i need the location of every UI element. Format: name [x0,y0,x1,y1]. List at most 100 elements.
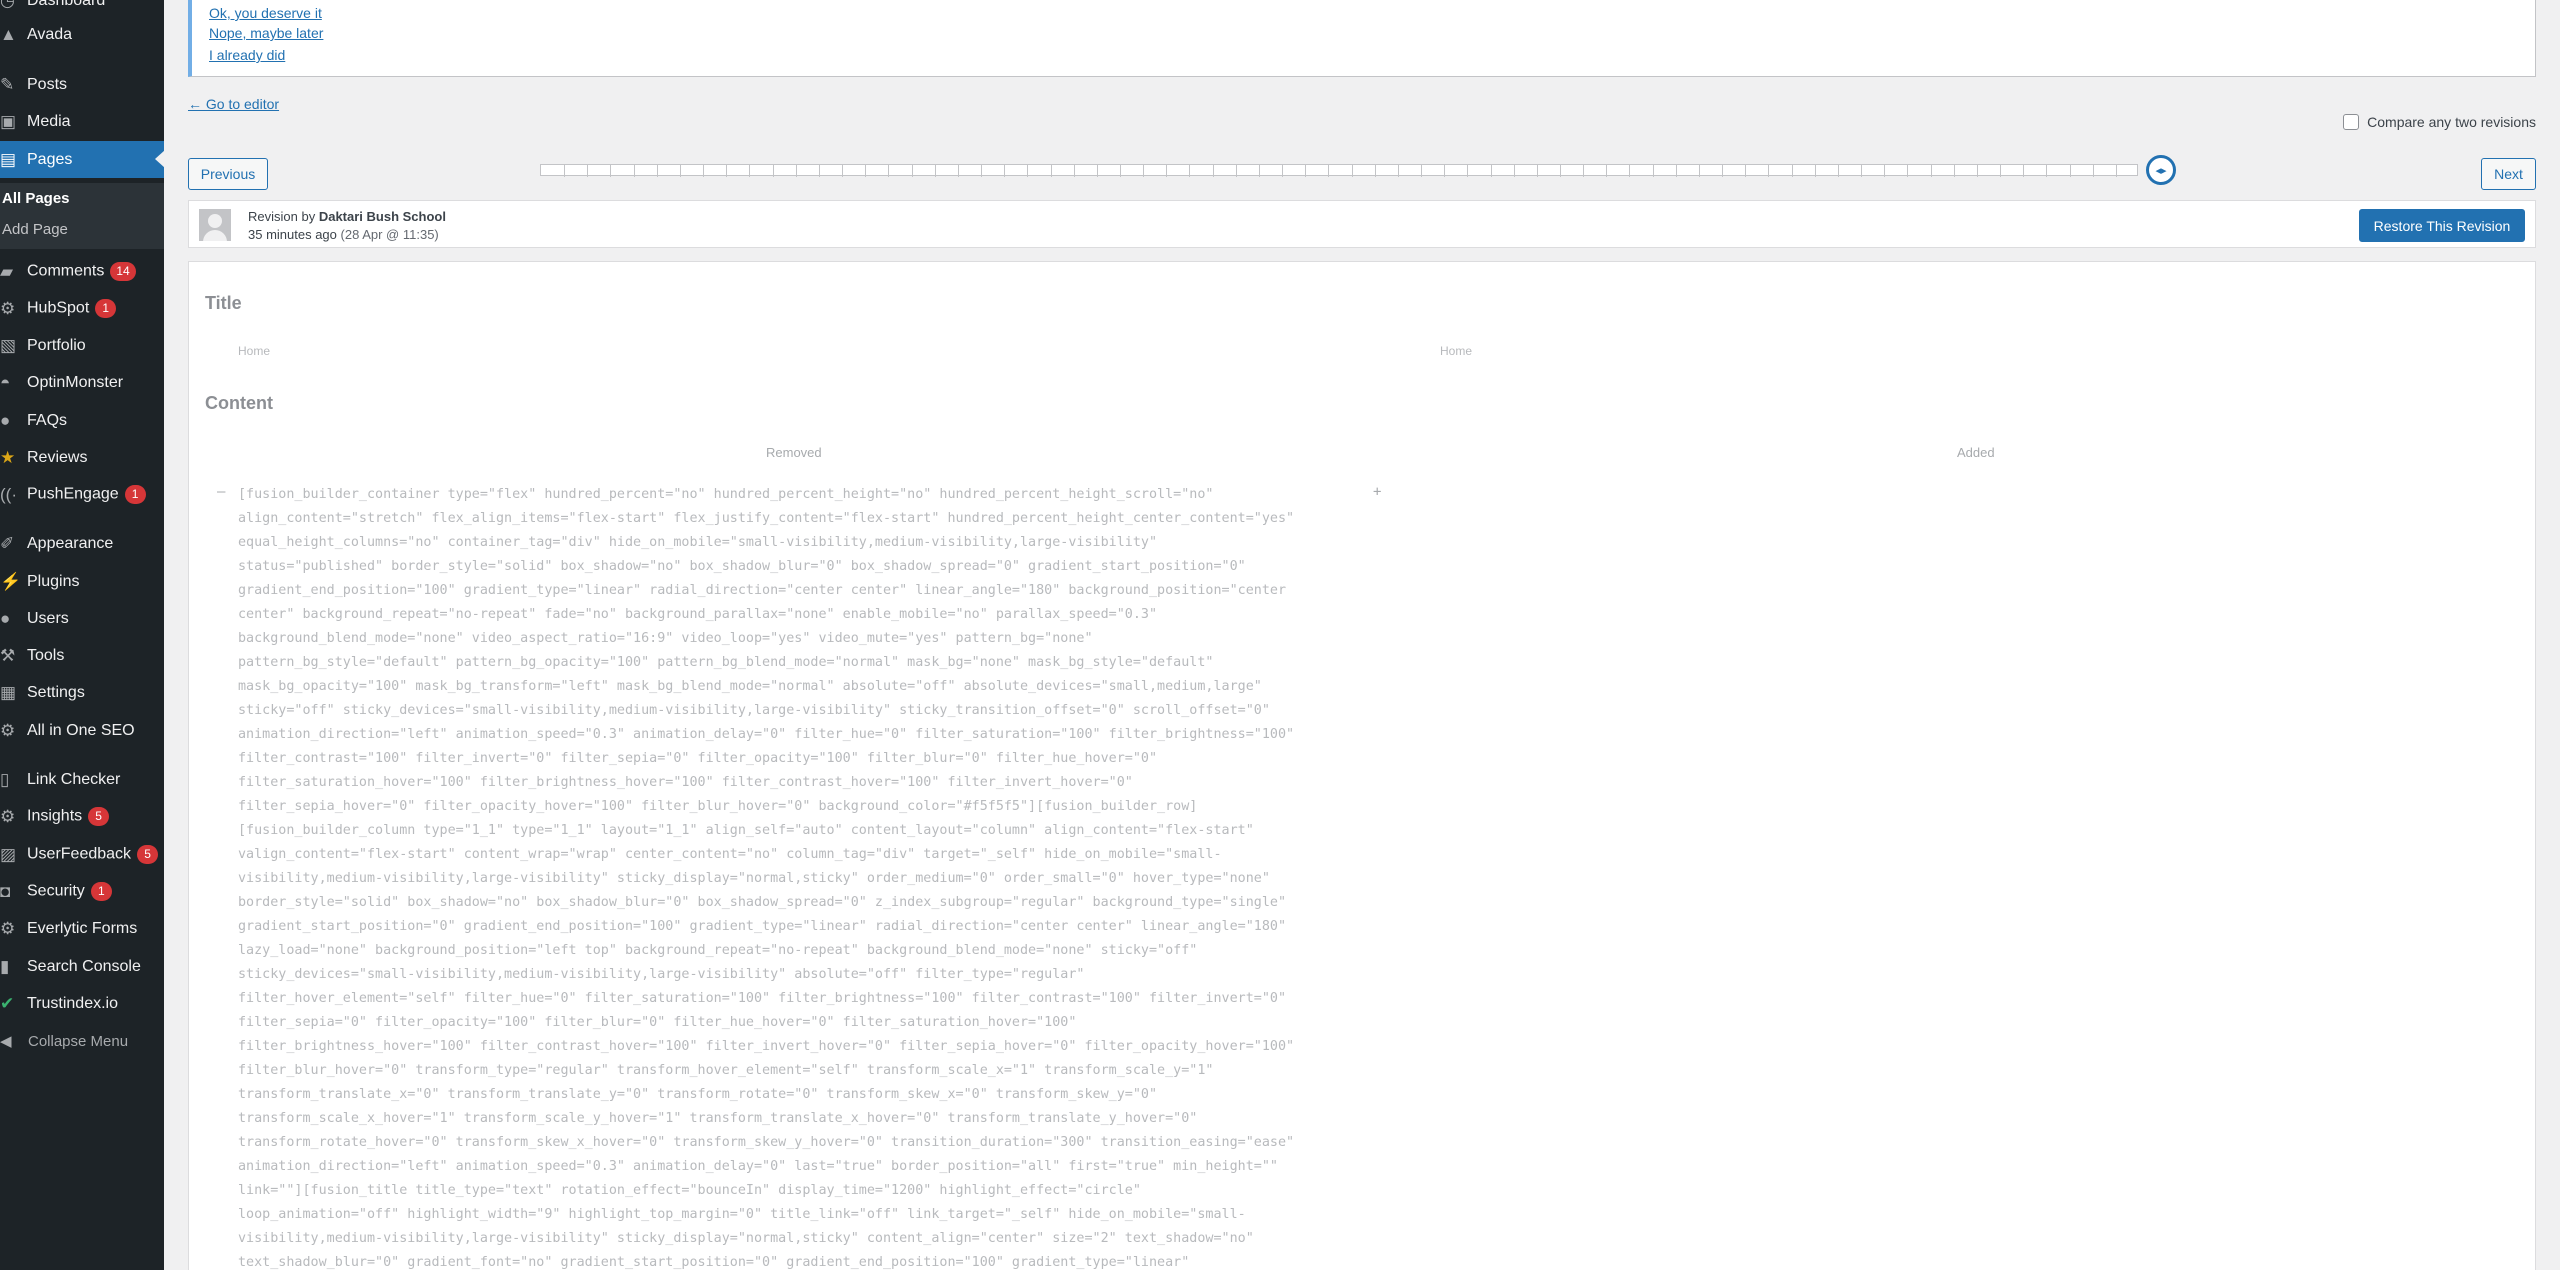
compare-checkbox[interactable] [2343,114,2360,130]
slider-tick [1606,165,1607,177]
compare-label: Compare any two revisions [2367,114,2536,130]
slider-tick [1027,165,1028,177]
slider-tick [981,165,982,177]
code-line: filter_saturation_hover="100" filter_bri… [238,775,1133,790]
slider-tick [1143,165,1144,177]
go-to-editor-link[interactable]: ← Go to editor [188,96,279,112]
slider-tick [1328,165,1329,177]
slider-tick [1051,165,1052,177]
menu-media[interactable]: ▣ Media [0,103,164,140]
slider-tick [842,165,843,177]
slider-handle[interactable]: ◂▸ [2146,155,2176,185]
slider-tick [1421,165,1422,177]
gear-icon: ⚙ [0,918,16,938]
menu-insights[interactable]: ⚙ Insights 5 [0,798,164,835]
slider-tick [749,165,750,177]
added-column-header: Added [1957,445,1995,460]
revision-date: (28 Apr @ 11:35) [340,227,439,242]
collapse-menu-button[interactable]: ◀ Collapse Menu [0,1029,128,1053]
feedback-icon: ▨ [0,844,17,864]
revisions-slider[interactable] [540,164,2138,177]
menu-link-checker[interactable]: ▯ Link Checker [0,761,164,798]
settings-icon: ▦ [0,682,17,702]
plugin-icon: ⚡ [0,571,22,591]
slider-tick [680,165,681,177]
slider-tick [1629,165,1630,177]
code-line: center" background_repeat="no-repeat" fa… [238,607,1158,622]
menu-portfolio[interactable]: ▧ Portfolio [0,327,164,364]
menu-tools[interactable]: ⚒ Tools [0,637,164,674]
slider-tick [1745,165,1746,177]
slider-tick [1259,165,1260,177]
notice-link-later[interactable]: Nope, maybe later [209,25,323,41]
admin-sidebar: ◷ Dashboard ▲ Avada ✎ Posts ▣ Media ▤ Pa… [0,0,165,1270]
slider-tick [1398,165,1399,177]
slider-tick [773,165,774,177]
previous-button[interactable]: Previous [188,158,268,190]
portfolio-icon: ▧ [0,335,17,355]
code-line: visibility,medium-visibility,large-visib… [238,1231,1254,1246]
userfeedback-count-badge: 5 [137,845,159,864]
slider-tick [1491,165,1492,177]
menu-reviews[interactable]: ★ Reviews [0,439,164,476]
menu-security[interactable]: ◘ Security 1 [0,873,164,910]
revision-time-ago: 35 minutes ago [248,227,337,242]
slider-tick [1189,165,1190,177]
pushpin-icon: ✎ [0,74,15,94]
slider-tick [1097,165,1098,177]
menu-posts[interactable]: ✎ Posts [0,66,164,103]
menu-comments[interactable]: ▰ Comments 14 [0,253,164,290]
notice-link-already[interactable]: I already did [209,47,285,63]
info-icon: ● [0,410,11,430]
slider-tick [2023,165,2024,177]
slider-tick [1213,165,1214,177]
menu-pages[interactable]: ▤ Pages [0,141,165,178]
insights-count-badge: 5 [88,807,110,826]
menu-faqs[interactable]: ● FAQs [0,402,164,439]
revision-time-line: 35 minutes ago (28 Apr @ 11:35) [248,227,439,242]
notice-link-deserve[interactable]: Ok, you deserve it [209,5,322,21]
code-line: transform_scale_x_hover="1" transform_sc… [238,1111,1198,1126]
menu-plugins[interactable]: ⚡ Plugins [0,563,164,600]
slider-tick [1977,165,1978,177]
slider-tick [1931,165,1932,177]
code-line: visibility,medium-visibility,large-visib… [238,871,1270,886]
submenu-all-pages[interactable]: All Pages [2,190,70,207]
menu-hubspot[interactable]: ⚙ HubSpot 1 [0,290,164,327]
menu-settings[interactable]: ▦ Settings [0,674,164,711]
submenu-add-page[interactable]: Add Page [2,221,68,238]
menu-pushengage[interactable]: ((· PushEngage 1 [0,476,164,513]
slider-tick [2116,165,2117,177]
next-button[interactable]: Next [2481,158,2536,190]
slider-tick [587,165,588,177]
menu-all-in-one-seo[interactable]: ⚙ All in One SEO [0,712,164,749]
menu-appearance[interactable]: ✐ Appearance [0,525,164,562]
menu-optinmonster[interactable]: ◓ OptinMonster [0,364,164,401]
slider-tick [1074,165,1075,177]
arrows-horizontal-icon: ◂▸ [2155,164,2167,177]
slider-tick [1004,165,1005,177]
star-icon: ★ [0,447,16,467]
restore-revision-button[interactable]: Restore This Revision [2359,209,2525,242]
code-line: link=""][fusion_title title_type="text" … [238,1183,1141,1198]
link-icon: ▯ [0,769,10,789]
code-line: mask_bg_opacity="100" mask_bg_transform=… [238,679,1262,694]
code-line: border_style="solid" box_shadow="no" box… [238,895,1287,910]
menu-trustindex[interactable]: ✔ Trustindex.io [0,985,164,1022]
slider-tick [1861,165,1862,177]
menu-userfeedback[interactable]: ▨ UserFeedback 5 [0,836,164,873]
code-line: sticky_devices="small-visibility,medium-… [238,967,1085,982]
menu-users[interactable]: ● Users [0,600,164,637]
revision-diff: Title Home Home Content Removed Added – … [188,261,2536,1270]
slider-tick [935,165,936,177]
slider-tick [657,165,658,177]
added-sign: + [1373,484,1382,500]
menu-everlytic-forms[interactable]: ⚙ Everlytic Forms [0,910,164,947]
compare-revisions-toggle[interactable]: Compare any two revisions [2343,114,2536,130]
menu-search-console[interactable]: ▮ Search Console [0,948,164,985]
security-count-badge: 1 [90,882,112,901]
slider-track[interactable] [540,164,2138,177]
code-line: equal_height_columns="no" container_tag=… [238,535,1158,550]
removed-column-header: Removed [766,445,822,460]
menu-avada[interactable]: ▲ Avada [0,16,164,53]
